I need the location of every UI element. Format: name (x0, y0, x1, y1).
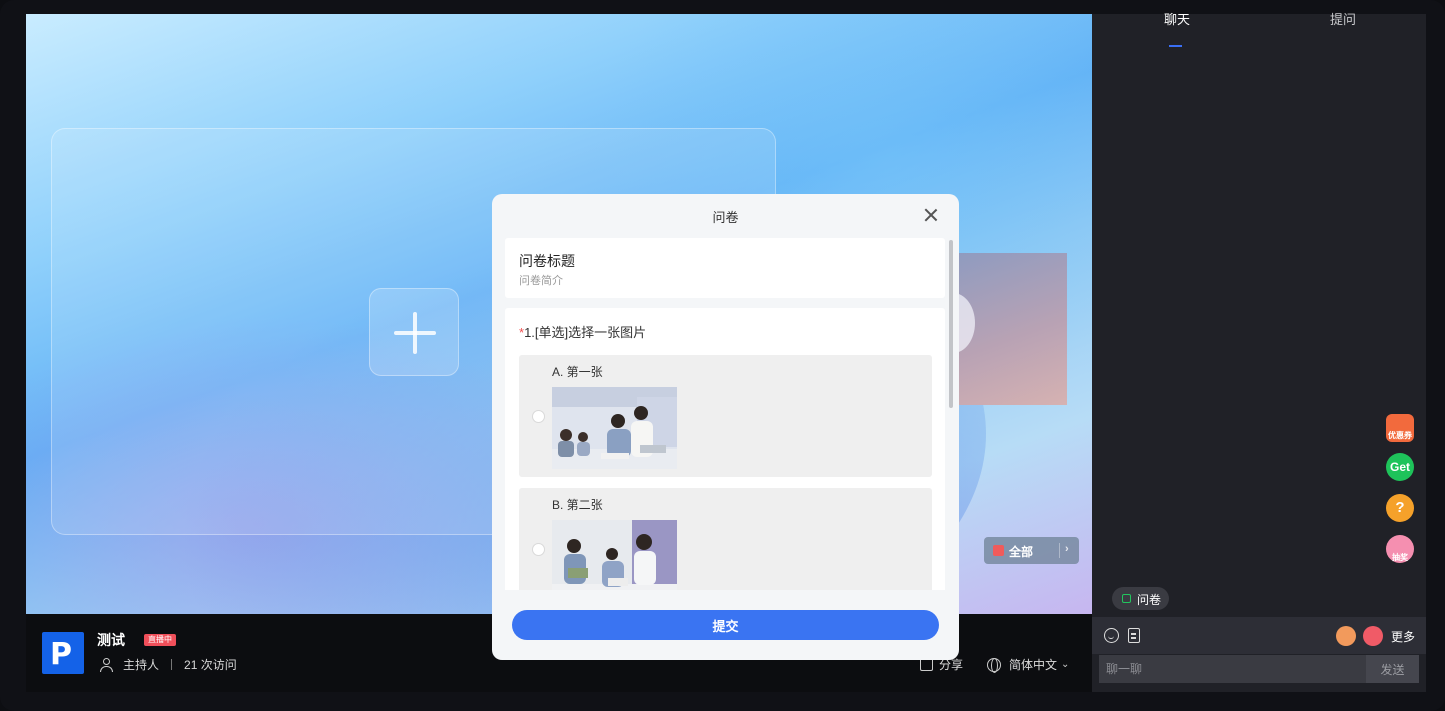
live-status-badge: 直播中 (144, 634, 176, 646)
survey-intro: 问卷简介 (519, 275, 563, 287)
chat-tools-bar: 更多 (1092, 617, 1426, 654)
language-selector[interactable]: 简体中文 ⌄ (987, 656, 1069, 673)
more-menu[interactable]: 更多 (1391, 628, 1415, 645)
option-b[interactable]: B. 第二张 (519, 488, 932, 590)
visit-count: 21 次访问 (184, 658, 237, 672)
emoji-icon[interactable] (1104, 628, 1119, 643)
question-icon[interactable]: ? (1386, 494, 1414, 522)
chat-input[interactable] (1099, 655, 1366, 683)
host-info: 主持人 21 次访问 (100, 656, 237, 673)
active-tab-indicator (1169, 45, 1182, 47)
all-filter-button[interactable]: 全部 › (984, 537, 1079, 564)
host-label: 主持人 (123, 658, 160, 672)
get-icon[interactable]: Get (1386, 453, 1414, 481)
survey-title: 问卷标题 (519, 253, 575, 269)
lucky-draw-icon[interactable]: 抽奖 (1386, 535, 1414, 563)
add-content-button[interactable] (369, 288, 459, 376)
modal-title: 问卷 (712, 210, 739, 225)
chat-input-row: 发送 (1099, 655, 1419, 683)
gift-icon[interactable] (1363, 626, 1383, 646)
option-b-image (552, 520, 677, 590)
option-b-radio[interactable] (532, 543, 545, 556)
presenter-thumbnail[interactable] (931, 253, 1067, 405)
send-button[interactable]: 发送 (1366, 655, 1419, 683)
survey-pill-button[interactable]: 问卷 (1112, 587, 1169, 610)
app-frame: 全部 › P 测试 直播中 主持人 21 次访问 分享 简体中文 ⌄ 聊天 提问 (0, 0, 1445, 711)
chevron-right-icon[interactable]: › (1065, 543, 1069, 555)
close-icon[interactable] (924, 208, 938, 222)
option-a-image (552, 387, 677, 469)
question-card: *1.[单选]选择一张图片 A. 第一张 B. 第二张 (505, 308, 945, 590)
option-a[interactable]: A. 第一张 (519, 355, 932, 477)
option-a-radio[interactable] (532, 410, 545, 423)
all-filter-icon (993, 545, 1004, 556)
submit-button[interactable]: 提交 (512, 610, 939, 640)
survey-icon (1122, 594, 1131, 603)
modal-scrollbar[interactable] (949, 240, 953, 408)
tab-chat[interactable]: 聊天 (1164, 9, 1190, 28)
tab-questions[interactable]: 提问 (1330, 9, 1356, 28)
room-logo: P (42, 632, 84, 674)
notes-icon[interactable] (1128, 628, 1140, 643)
survey-scroll-area[interactable]: 问卷标题 问卷简介 *1.[单选]选择一张图片 A. 第一张 B. 第二张 (505, 238, 946, 590)
survey-header-card: 问卷标题 问卷简介 (505, 238, 945, 298)
question-text: *1.[单选]选择一张图片 (519, 325, 647, 340)
chevron-down-icon: ⌄ (1061, 659, 1070, 670)
globe-icon (987, 657, 1001, 673)
reward-icon[interactable] (1336, 626, 1356, 646)
user-icon (100, 657, 113, 672)
survey-modal: 问卷 问卷标题 问卷简介 *1.[单选]选择一张图片 A. 第一张 B. 第二张… (492, 194, 959, 660)
coupon-icon[interactable]: 优惠券 (1386, 414, 1414, 442)
room-title: 测试 (97, 632, 125, 648)
